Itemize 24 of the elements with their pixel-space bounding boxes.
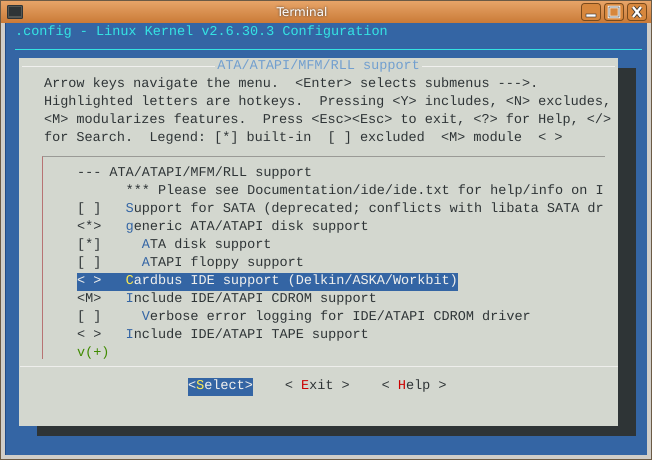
- menu-item[interactable]: <M> Include IDE/ATAPI CDROM support: [77, 291, 377, 309]
- close-button[interactable]: [627, 3, 647, 21]
- scroll-indicator: v(+): [77, 345, 110, 363]
- menu-item[interactable]: [ ] ATAPI floppy support: [77, 255, 304, 273]
- help-text: <M> modularizes features. Press <Esc><Esc> to exit, <?> for Help, </>: [44, 112, 612, 130]
- menu-heading: --- ATA/ATAPI/MFM/RLL support: [77, 165, 312, 183]
- dialog-button[interactable]: <Select>: [188, 378, 253, 396]
- window-title: Terminal: [276, 5, 328, 19]
- help-text: for Search. Legend: [*] built-in [ ] excluded <M> module < >: [44, 130, 564, 148]
- menu-item[interactable]: [ ] Verbose error logging for IDE/ATAPI CDROM driver: [77, 309, 531, 327]
- dialog-button[interactable]: < Exit >: [284, 378, 350, 396]
- terminal-icon: [7, 5, 23, 19]
- dialog-button[interactable]: < Help >: [382, 378, 446, 396]
- menu-comment: *** Please see Documentation/ide/ide.txt for help/info on I: [124, 183, 604, 201]
- menu-item[interactable]: [*] ATA disk support: [77, 237, 272, 255]
- help-text: Arrow keys navigate the menu. <Enter> selects submenus --->.: [44, 76, 540, 94]
- help-text: Highlighted letters are hotkeys. Pressing <Y> includes, <N> excludes,: [44, 94, 612, 112]
- minimize-button[interactable]: [581, 3, 601, 21]
- menu-item[interactable]: [ ] Support for SATA (deprecated; conflicts with libata SATA dr: [77, 201, 604, 219]
- menu-item[interactable]: < > Include IDE/ATAPI TAPE support: [77, 327, 369, 345]
- menu-item[interactable]: < > Cardbus IDE support (Delkin/ASKA/Workbit): [77, 273, 458, 291]
- menu-item[interactable]: <*> generic ATA/ATAPI disk support: [77, 219, 369, 237]
- config-title: .config - Linux Kernel v2.6.30.3 Configuration: [14, 24, 389, 42]
- maximize-button[interactable]: [604, 3, 624, 21]
